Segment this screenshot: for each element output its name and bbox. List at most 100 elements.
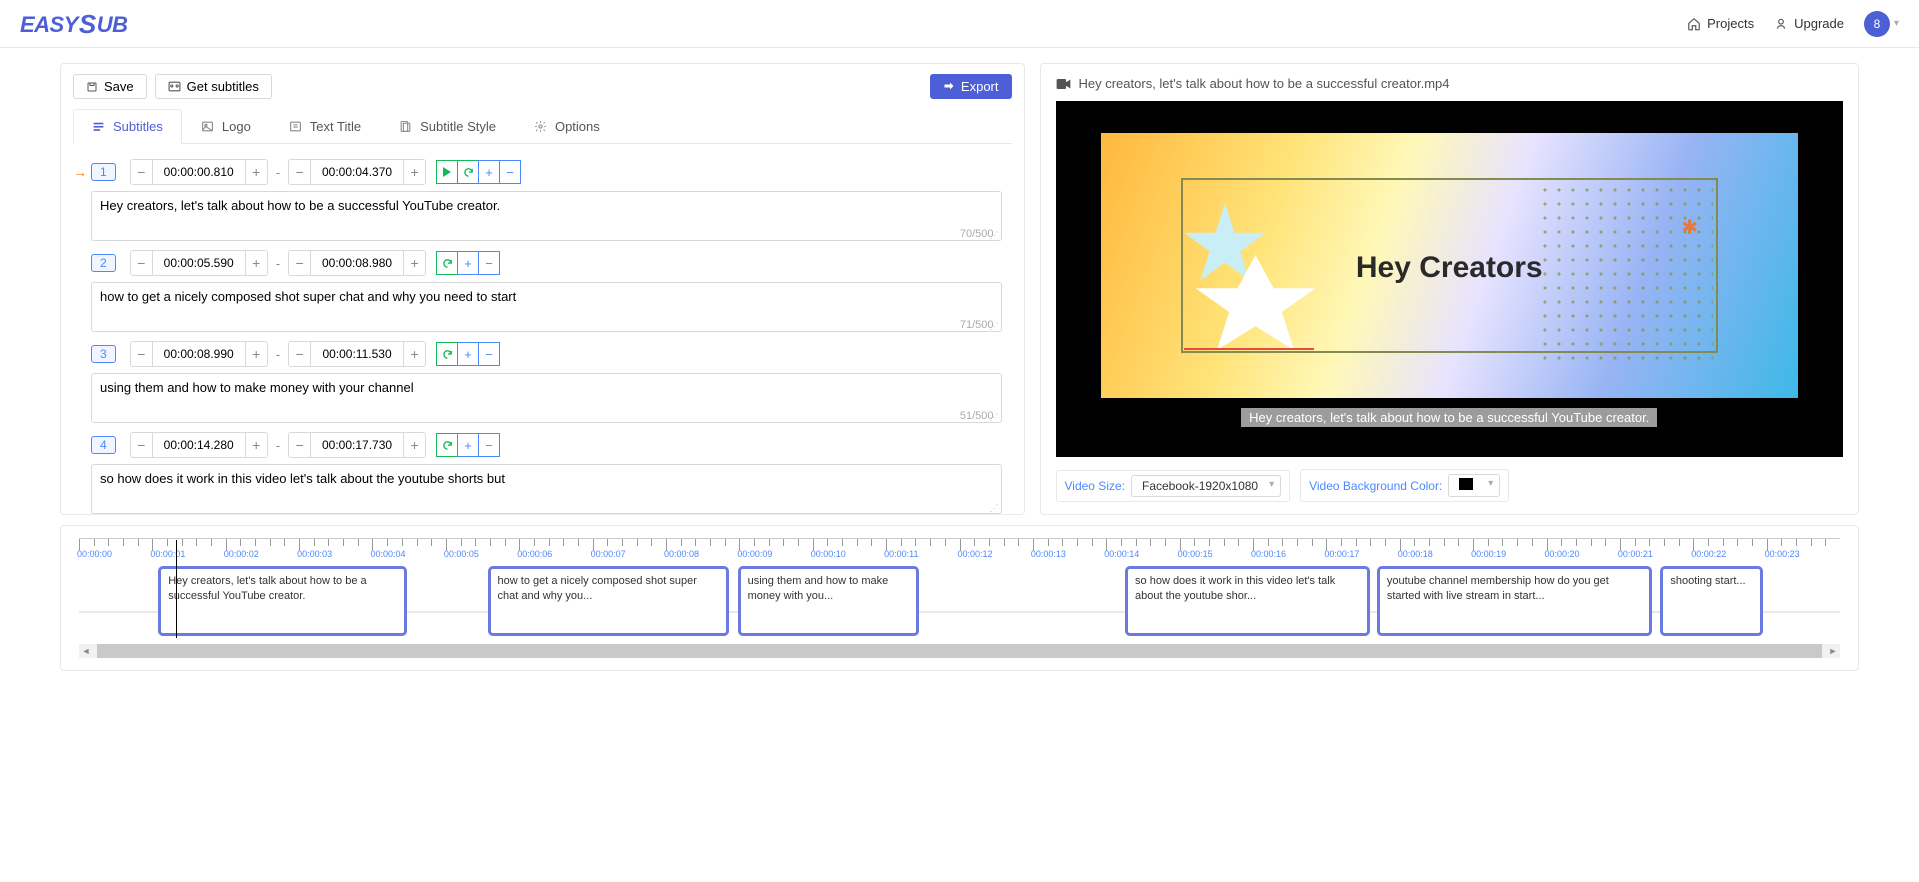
color-swatch bbox=[1459, 478, 1473, 490]
time-increase-button[interactable]: + bbox=[245, 251, 267, 275]
add-row-button[interactable]: + bbox=[457, 251, 479, 275]
subtitle-number[interactable]: 4 bbox=[91, 436, 116, 454]
add-row-button[interactable]: + bbox=[457, 433, 479, 457]
tick-label: 00:00:05 bbox=[444, 549, 479, 559]
cc-icon bbox=[168, 81, 181, 92]
end-time-stepper: −+ bbox=[288, 250, 426, 276]
timeline-clip[interactable]: so how does it work in this video let's … bbox=[1125, 566, 1370, 636]
playhead[interactable] bbox=[176, 540, 177, 638]
tick-label: 00:00:19 bbox=[1471, 549, 1506, 559]
subtitle-row: →4−+-−++−so how does it work in this vid… bbox=[73, 432, 1002, 514]
subtitle-number[interactable]: 2 bbox=[91, 254, 116, 272]
end-time-stepper: −+ bbox=[288, 159, 426, 185]
timeline-ruler[interactable]: 00:00:0000:00:0100:00:0200:00:0300:00:04… bbox=[79, 538, 1840, 564]
remove-row-button[interactable]: − bbox=[478, 342, 500, 366]
resize-handle-icon[interactable]: ⋰ bbox=[990, 412, 999, 423]
tab-options[interactable]: Options bbox=[515, 109, 619, 143]
save-button[interactable]: Save bbox=[73, 74, 147, 99]
start-time-input[interactable] bbox=[153, 344, 245, 364]
scrollbar-thumb[interactable] bbox=[97, 644, 1822, 658]
avatar: 8 bbox=[1864, 11, 1890, 37]
time-decrease-button[interactable]: − bbox=[131, 433, 153, 457]
time-increase-button[interactable]: + bbox=[403, 342, 425, 366]
video-bgcolor-select[interactable] bbox=[1448, 474, 1500, 497]
time-increase-button[interactable]: + bbox=[403, 160, 425, 184]
end-time-input[interactable] bbox=[311, 253, 403, 273]
nav-upgrade[interactable]: Upgrade bbox=[1774, 16, 1844, 31]
scroll-right-arrow[interactable]: ► bbox=[1826, 644, 1840, 658]
timeline-clip[interactable]: using them and how to make money with yo… bbox=[738, 566, 919, 636]
clip-text: using them and how to make money with yo… bbox=[748, 574, 909, 604]
start-time-input[interactable] bbox=[153, 253, 245, 273]
timeline-clip[interactable]: shooting start... bbox=[1660, 566, 1762, 636]
resize-handle-icon[interactable]: ⋰ bbox=[990, 230, 999, 241]
clip-text: shooting start... bbox=[1670, 574, 1752, 589]
repeat-button[interactable] bbox=[436, 433, 458, 457]
time-decrease-button[interactable]: − bbox=[289, 251, 311, 275]
time-increase-button[interactable]: + bbox=[245, 160, 267, 184]
repeat-button[interactable] bbox=[457, 160, 479, 184]
subtitle-text-input[interactable]: so how does it work in this video let's … bbox=[91, 464, 1002, 514]
subtitle-number[interactable]: 3 bbox=[91, 345, 116, 363]
time-increase-button[interactable]: + bbox=[245, 342, 267, 366]
timeline-clip[interactable]: Hey creators, let's talk about how to be… bbox=[158, 566, 406, 636]
time-decrease-button[interactable]: − bbox=[289, 160, 311, 184]
tick-label: 00:00:20 bbox=[1545, 549, 1580, 559]
header: EASYSUB Projects Upgrade 8 ▾ bbox=[0, 0, 1919, 48]
remove-row-button[interactable]: − bbox=[499, 160, 521, 184]
time-increase-button[interactable]: + bbox=[245, 433, 267, 457]
time-decrease-button[interactable]: − bbox=[131, 342, 153, 366]
start-time-input[interactable] bbox=[153, 162, 245, 182]
timeline-scrollbar[interactable]: ◄ ► bbox=[79, 644, 1840, 658]
tick-label: 00:00:13 bbox=[1031, 549, 1066, 559]
subtitle-list[interactable]: →1−+-−++−Hey creators, let's talk about … bbox=[61, 144, 1024, 514]
nav-projects[interactable]: Projects bbox=[1687, 16, 1754, 31]
play-button[interactable] bbox=[436, 160, 458, 184]
time-decrease-button[interactable]: − bbox=[289, 433, 311, 457]
subtitle-number[interactable]: 1 bbox=[91, 163, 116, 181]
tick-label: 00:00:08 bbox=[664, 549, 699, 559]
tab-subtitle-style[interactable]: Subtitle Style bbox=[380, 109, 515, 143]
subtitle-text-input[interactable]: Hey creators, let's talk about how to be… bbox=[91, 191, 1002, 241]
tick-label: 00:00:00 bbox=[77, 549, 112, 559]
timeline-track[interactable]: Hey creators, let's talk about how to be… bbox=[79, 566, 1840, 638]
tick-label: 00:00:15 bbox=[1178, 549, 1213, 559]
video-icon bbox=[1056, 78, 1071, 90]
video-size-label: Video Size: bbox=[1065, 479, 1126, 493]
style-icon bbox=[399, 120, 412, 133]
subtitle-text-input[interactable]: how to get a nicely composed shot super … bbox=[91, 282, 1002, 332]
video-size-select[interactable]: Facebook-1920x1080 bbox=[1131, 475, 1281, 497]
time-decrease-button[interactable]: − bbox=[131, 251, 153, 275]
get-subtitles-button[interactable]: Get subtitles bbox=[155, 74, 272, 99]
time-increase-button[interactable]: + bbox=[403, 251, 425, 275]
end-time-input[interactable] bbox=[311, 344, 403, 364]
logo-s-icon: S bbox=[79, 9, 96, 40]
resize-handle-icon[interactable]: ⋰ bbox=[990, 321, 999, 332]
time-decrease-button[interactable]: − bbox=[131, 160, 153, 184]
timeline-clip[interactable]: youtube channel membership how do you ge… bbox=[1377, 566, 1652, 636]
tab-text-title[interactable]: Text Title bbox=[270, 109, 380, 143]
end-time-stepper: −+ bbox=[288, 432, 426, 458]
add-row-button[interactable]: + bbox=[457, 342, 479, 366]
repeat-button[interactable] bbox=[436, 251, 458, 275]
video-player[interactable]: ✱ Hey Creators Hey creators, let's talk … bbox=[1056, 101, 1844, 457]
time-increase-button[interactable]: + bbox=[403, 433, 425, 457]
timeline-clip[interactable]: how to get a nicely composed shot super … bbox=[488, 566, 729, 636]
tab-logo[interactable]: Logo bbox=[182, 109, 270, 143]
export-button[interactable]: Export bbox=[930, 74, 1012, 99]
remove-row-button[interactable]: − bbox=[478, 251, 500, 275]
text-icon bbox=[289, 120, 302, 133]
time-decrease-button[interactable]: − bbox=[289, 342, 311, 366]
repeat-button[interactable] bbox=[436, 342, 458, 366]
logo[interactable]: EASYSUB bbox=[20, 8, 128, 39]
subtitle-text-input[interactable]: using them and how to make money with yo… bbox=[91, 373, 1002, 423]
end-time-input[interactable] bbox=[311, 435, 403, 455]
add-row-button[interactable]: + bbox=[478, 160, 500, 184]
remove-row-button[interactable]: − bbox=[478, 433, 500, 457]
scroll-left-arrow[interactable]: ◄ bbox=[79, 644, 93, 658]
resize-handle-icon[interactable]: ⋰ bbox=[990, 503, 999, 514]
start-time-input[interactable] bbox=[153, 435, 245, 455]
end-time-input[interactable] bbox=[311, 162, 403, 182]
user-menu[interactable]: 8 ▾ bbox=[1864, 11, 1899, 37]
tab-subtitles[interactable]: Subtitles bbox=[73, 109, 182, 143]
